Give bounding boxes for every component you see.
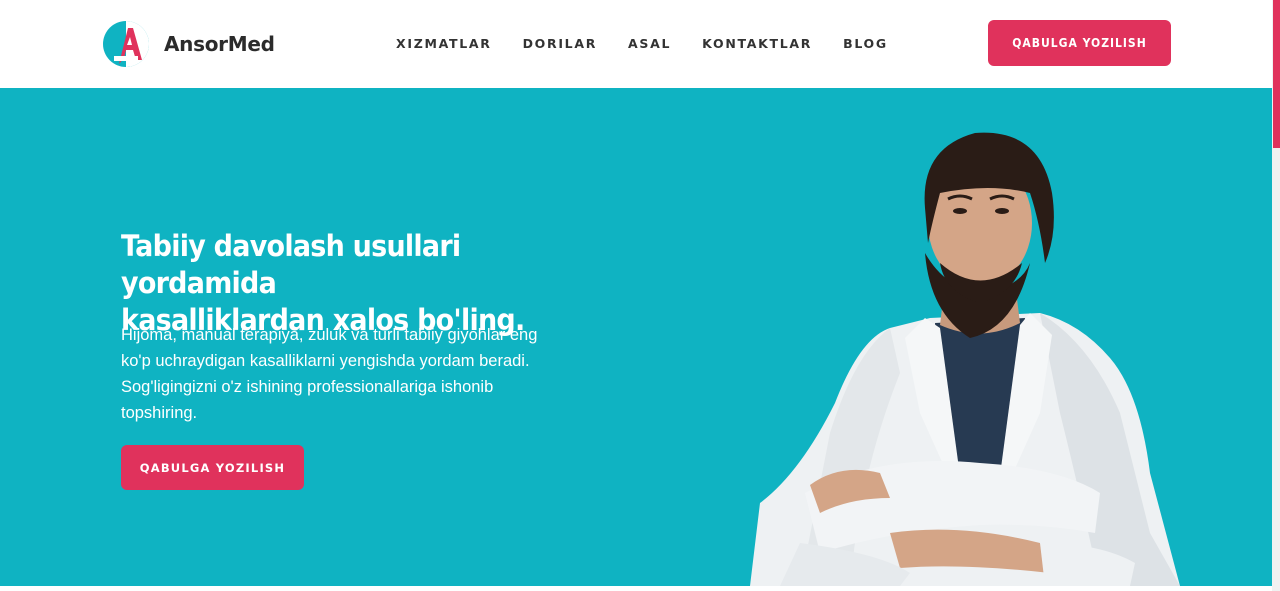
header-appointment-button[interactable]: QABULGA YOZILISH (988, 20, 1171, 66)
nav-item-asal[interactable]: ASAL (628, 36, 671, 52)
nav-item-blog[interactable]: BLOG (843, 36, 888, 52)
hero-title-line-1: Tabiiy davolash usullari yordamida (121, 229, 461, 300)
nav-item-dorilar[interactable]: DORILAR (523, 36, 597, 52)
doctor-photo (750, 132, 1180, 586)
nav-item-xizmatlar[interactable]: XIZMATLAR (396, 36, 492, 52)
logo-icon (103, 21, 149, 67)
logo-text: AnsorMed (164, 32, 275, 56)
scrollbar-thumb[interactable] (1273, 0, 1280, 148)
main-nav: XIZMATLAR DORILAR ASAL KONTAKTLAR BLOG (396, 36, 919, 52)
hero-appointment-button[interactable]: QABULGA YOZILISH (121, 445, 304, 490)
logo[interactable]: AnsorMed (102, 20, 275, 68)
nav-item-kontaktlar[interactable]: KONTAKTLAR (702, 36, 812, 52)
site-header: AnsorMed XIZMATLAR DORILAR ASAL KONTAKTL… (0, 0, 1272, 88)
hero-description: Hijoma, manual terapiya, zuluk va turli … (121, 326, 538, 422)
hero-section: Tabiiy davolash usullari yordamida kasal… (0, 88, 1272, 586)
section-divider (0, 586, 1272, 591)
